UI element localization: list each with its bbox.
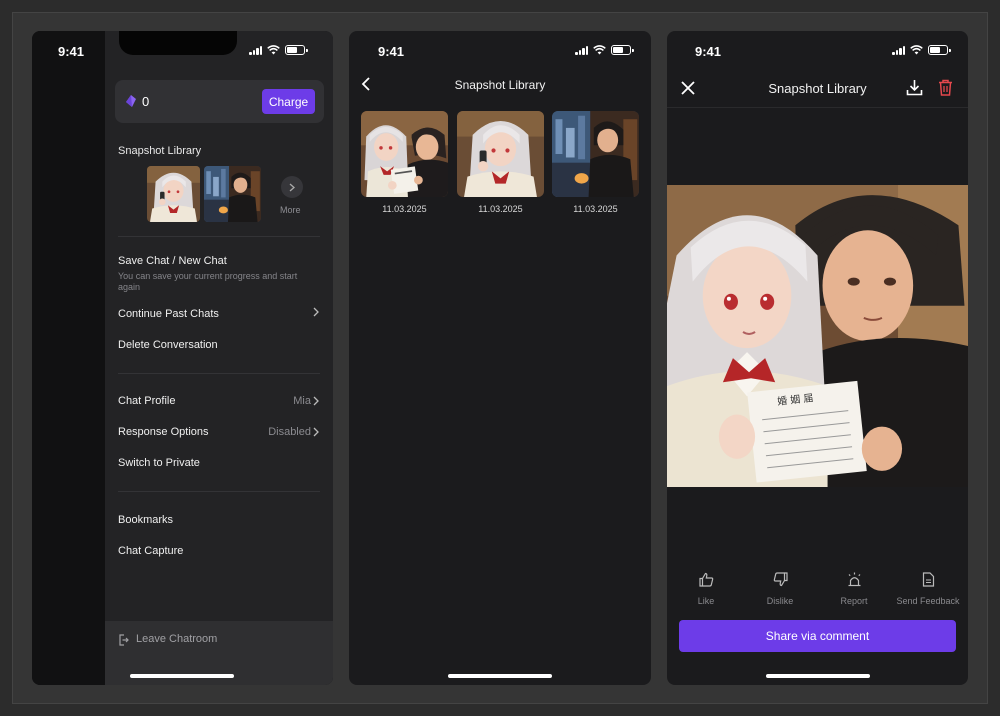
wifi-icon (910, 45, 923, 55)
send-feedback-label: Send Feedback (896, 596, 960, 606)
continue-past-chats-chevron[interactable] (313, 307, 319, 317)
battery-icon (928, 45, 951, 55)
continue-past-chats-item[interactable]: Continue Past Chats (118, 308, 219, 320)
library-item-thumb[interactable] (457, 111, 544, 197)
response-options-item[interactable]: Response Options (118, 426, 209, 438)
delete-conversation-item[interactable]: Delete Conversation (118, 339, 218, 351)
library-item-thumb[interactable] (552, 111, 639, 197)
bookmarks-item[interactable]: Bookmarks (118, 514, 173, 526)
gem-icon (126, 95, 136, 107)
charge-button[interactable]: Charge (262, 89, 315, 114)
library-item-date: 11.03.2025 (478, 204, 523, 214)
snapshot-thumb[interactable] (105, 166, 143, 222)
chevron-right-icon (289, 183, 295, 191)
snapshot-thumb[interactable] (204, 166, 261, 222)
library-item-date: 11.03.2025 (382, 204, 427, 214)
side-menu-panel: 0 Charge Snapshot Library More Save Chat… (105, 31, 333, 685)
thumbs-down-icon (773, 572, 788, 587)
response-options-value[interactable]: Disabled (268, 426, 319, 438)
chat-background-strip (32, 31, 105, 685)
send-feedback-button[interactable]: Send Feedback (892, 572, 964, 606)
library-item-date: 11.03.2025 (573, 204, 618, 214)
download-icon[interactable] (906, 79, 923, 96)
more-snapshots-button[interactable] (281, 176, 303, 198)
switch-to-private-item[interactable]: Switch to Private (118, 457, 200, 469)
leave-chatroom-label: Leave Chatroom (136, 633, 218, 645)
notch (119, 31, 237, 55)
like-label: Like (697, 596, 715, 606)
exit-icon (119, 634, 129, 646)
signal-icon (575, 45, 588, 55)
report-label: Report (840, 596, 868, 606)
siren-icon (848, 572, 860, 587)
signal-icon (249, 45, 262, 55)
thumbs-up-icon (698, 572, 713, 587)
snapshot-thumb[interactable] (147, 166, 200, 222)
save-chat-description: You can save your current progress and s… (118, 271, 298, 292)
more-label: More (280, 205, 301, 215)
document-icon (922, 572, 934, 587)
like-button[interactable]: Like (670, 572, 742, 606)
header-divider (667, 107, 968, 108)
wifi-icon (267, 45, 280, 55)
divider (118, 491, 320, 492)
report-button[interactable]: Report (818, 572, 890, 606)
home-indicator (765, 674, 870, 678)
dislike-label: Dislike (766, 596, 794, 606)
battery-icon (611, 45, 634, 55)
status-icons (575, 45, 634, 55)
status-time: 9:41 (695, 44, 722, 59)
library-item-thumb[interactable] (361, 111, 448, 197)
chevron-right-icon (313, 396, 319, 406)
battery-icon (285, 45, 308, 55)
chat-profile-item[interactable]: Chat Profile (118, 395, 175, 407)
chat-profile-name: Mia (293, 395, 311, 407)
share-via-comment-button[interactable]: Share via comment (679, 620, 956, 652)
dislike-button[interactable]: Dislike (744, 572, 816, 606)
response-options-status: Disabled (268, 426, 311, 438)
chevron-right-icon (313, 307, 319, 317)
status-icons (892, 45, 951, 55)
save-chat-item[interactable]: Save Chat / New Chat (118, 255, 227, 267)
snapshot-image: 婚 姻 届 (667, 185, 968, 487)
wifi-icon (593, 45, 606, 55)
library-title: Snapshot Library (454, 78, 546, 92)
chevron-right-icon (313, 427, 319, 437)
phone-detail-screen: 9:41 Snapshot Library 婚 姻 届 Like Dislike… (667, 31, 968, 685)
status-time: 9:41 (378, 44, 405, 59)
phone-menu-screen: 9:41 0 Charge Snapshot Library More Save… (32, 31, 333, 685)
chat-capture-item[interactable]: Chat Capture (118, 545, 183, 557)
coin-balance-card: 0 Charge (115, 80, 324, 123)
coin-balance: 0 (142, 94, 150, 109)
divider (118, 236, 320, 237)
trash-icon[interactable] (938, 79, 953, 96)
home-indicator (130, 674, 234, 678)
status-icons (249, 45, 308, 55)
chat-profile-value[interactable]: Mia (293, 395, 319, 407)
snapshot-library-label: Snapshot Library (118, 145, 202, 157)
home-indicator (448, 674, 552, 678)
status-time: 9:41 (58, 44, 85, 59)
divider (118, 373, 320, 374)
signal-icon (892, 45, 905, 55)
phone-library-screen: 9:41 Snapshot Library 11.03.2025 11.03.2… (349, 31, 651, 685)
